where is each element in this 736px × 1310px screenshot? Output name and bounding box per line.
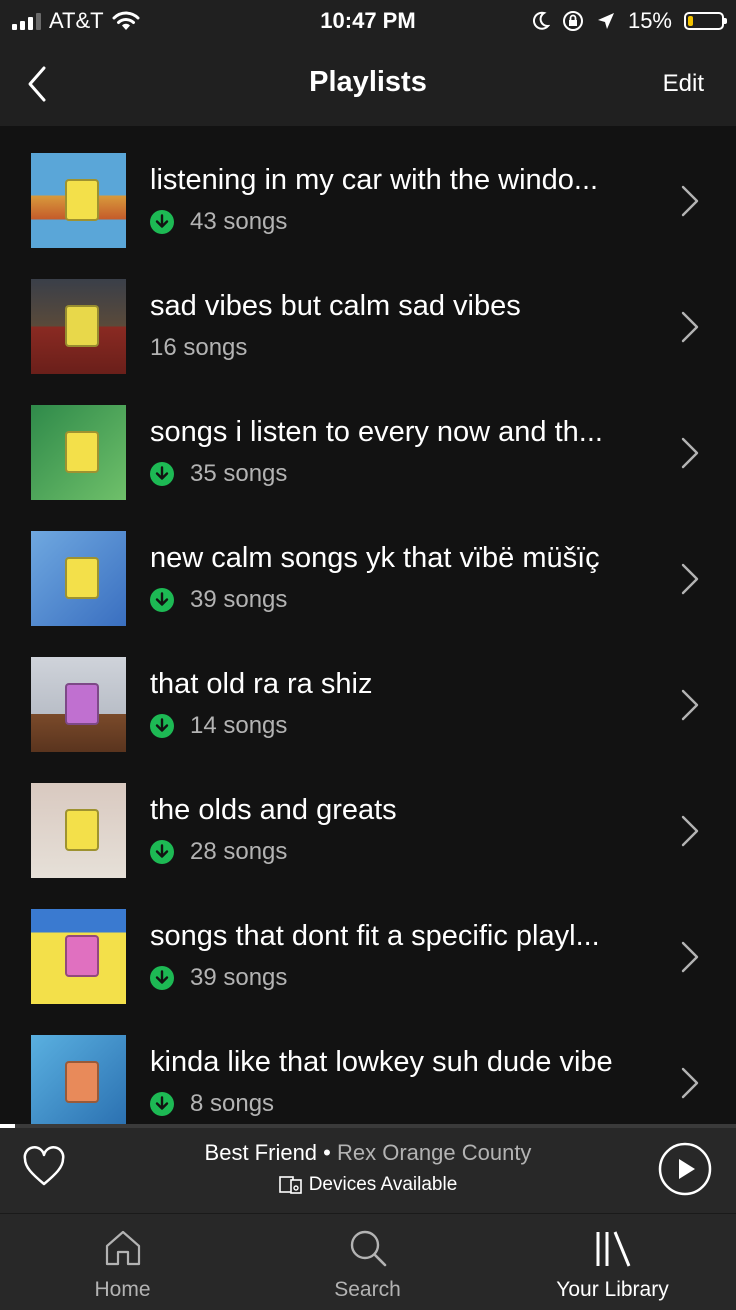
tab-your-library-label: Your Library [556,1278,669,1301]
playlist-cover-image [31,909,126,1004]
tab-your-library[interactable]: Your Library [490,1214,735,1310]
status-right: 15% [532,6,727,36]
library-icon [596,1231,630,1267]
tab-home[interactable]: Home [0,1214,245,1310]
playlist-cover-image [31,405,126,500]
battery-percent: 15% [627,8,672,33]
song-count: 14 songs [190,712,288,739]
chevron-right-icon [681,437,699,469]
tab-search[interactable]: Search [245,1214,490,1310]
playlist-name: songs i listen to every now and th... [150,416,603,448]
now-playing-bar[interactable]: Best Friend • Rex Orange County Devices … [0,1128,736,1213]
playlist-cover-image [31,783,126,878]
playlist-meta: 14 songs [150,712,287,740]
chevron-right-icon [681,311,699,343]
battery-fill [688,16,693,26]
playlist-name: new calm songs yk that vïbë müšïç [150,542,600,574]
downloaded-icon [150,966,174,990]
search-icon [350,1230,386,1267]
battery-icon [684,12,727,30]
song-count: 35 songs [190,460,288,487]
status-bar: AT&T 10:47 PM 15% [0,0,736,44]
chevron-right-icon [681,689,699,721]
playlist-name: kinda like that lowkey suh dude vibe [150,1046,613,1078]
playlist-meta: 28 songs [150,838,287,866]
cover-figure [65,683,99,725]
separator: • [323,1140,331,1165]
chevron-right-icon [681,941,699,973]
cover-figure [65,305,99,347]
home-icon [105,1230,140,1266]
song-count: 16 songs [150,334,248,361]
play-button[interactable] [658,1142,712,1196]
edit-button[interactable]: Edit [663,70,704,98]
downloaded-icon [150,210,174,234]
downloaded-icon [150,1092,174,1116]
location-arrow-icon [597,13,614,29]
cover-figure [65,557,99,599]
playlist-row[interactable]: the olds and greats 28 songs [0,756,736,882]
playlist-name: that old ra ra shiz [150,668,373,700]
playlist-cover-image [31,1035,126,1124]
page-title: Playlists [309,66,427,98]
playlist-cover-image [31,657,126,752]
playlist-row[interactable]: sad vibes but calm sad vibes 16 songs [0,252,736,378]
playlist-meta: 39 songs [150,586,287,614]
cover-figure [65,809,99,851]
playlist-name: listening in my car with the windo... [150,164,599,196]
track-title: Best Friend [204,1140,318,1165]
devices-available[interactable]: Devices Available [0,1174,736,1196]
playlist-list: listening in my car with the windo... 43 … [0,126,736,1124]
playlist-cover-image [31,531,126,626]
playlist-row[interactable]: listening in my car with the windo... 43 … [0,126,736,252]
playlist-cover-image [31,153,126,248]
downloaded-icon [150,840,174,864]
cover-figure [65,935,99,977]
devices-icon [278,1176,302,1194]
playlist-row[interactable]: new calm songs yk that vïbë müšïç 39 song… [0,504,736,630]
song-count: 43 songs [190,208,288,235]
song-count: 8 songs [190,1090,275,1117]
chevron-right-icon [681,815,699,847]
song-count: 39 songs [190,964,288,991]
downloaded-icon [150,462,174,486]
song-count: 28 songs [190,838,288,865]
playlist-name: sad vibes but calm sad vibes [150,290,521,322]
playlist-meta: 43 songs [150,208,287,236]
nav-header: Playlists Edit [0,44,736,126]
playlist-row[interactable]: kinda like that lowkey suh dude vibe 8 so… [0,1008,736,1124]
playlist-row[interactable]: songs i listen to every now and th... 35 … [0,378,736,504]
playlist-row[interactable]: songs that dont fit a specific playl... 3… [0,882,736,1008]
cover-figure [65,1061,99,1103]
playlist-meta: 39 songs [150,964,287,992]
playlist-name: the olds and greats [150,794,397,826]
playlist-meta: 8 songs [150,1090,274,1118]
tab-bar: Home Search Your Library [0,1213,736,1310]
playlist-cover-image [31,279,126,374]
downloaded-icon [150,588,174,612]
playlist-name: songs that dont fit a specific playl... [150,920,600,952]
tab-search-label: Search [334,1278,401,1301]
now-playing-info[interactable]: Best Friend • Rex Orange County [0,1140,736,1166]
cover-figure [65,179,99,221]
song-count: 39 songs [190,586,288,613]
orientation-lock-icon [562,11,583,31]
playlist-meta: 35 songs [150,460,287,488]
moon-icon [532,11,550,30]
devices-label: Devices Available [308,1174,458,1195]
chevron-right-icon [681,185,699,217]
tab-home-label: Home [94,1278,151,1301]
playlist-meta: 16 songs [150,334,247,362]
track-artist: Rex Orange County [337,1140,532,1165]
cover-figure [65,431,99,473]
chevron-right-icon [681,563,699,595]
downloaded-icon [150,714,174,738]
playlist-row[interactable]: that old ra ra shiz 14 songs [0,630,736,756]
chevron-right-icon [681,1067,699,1099]
